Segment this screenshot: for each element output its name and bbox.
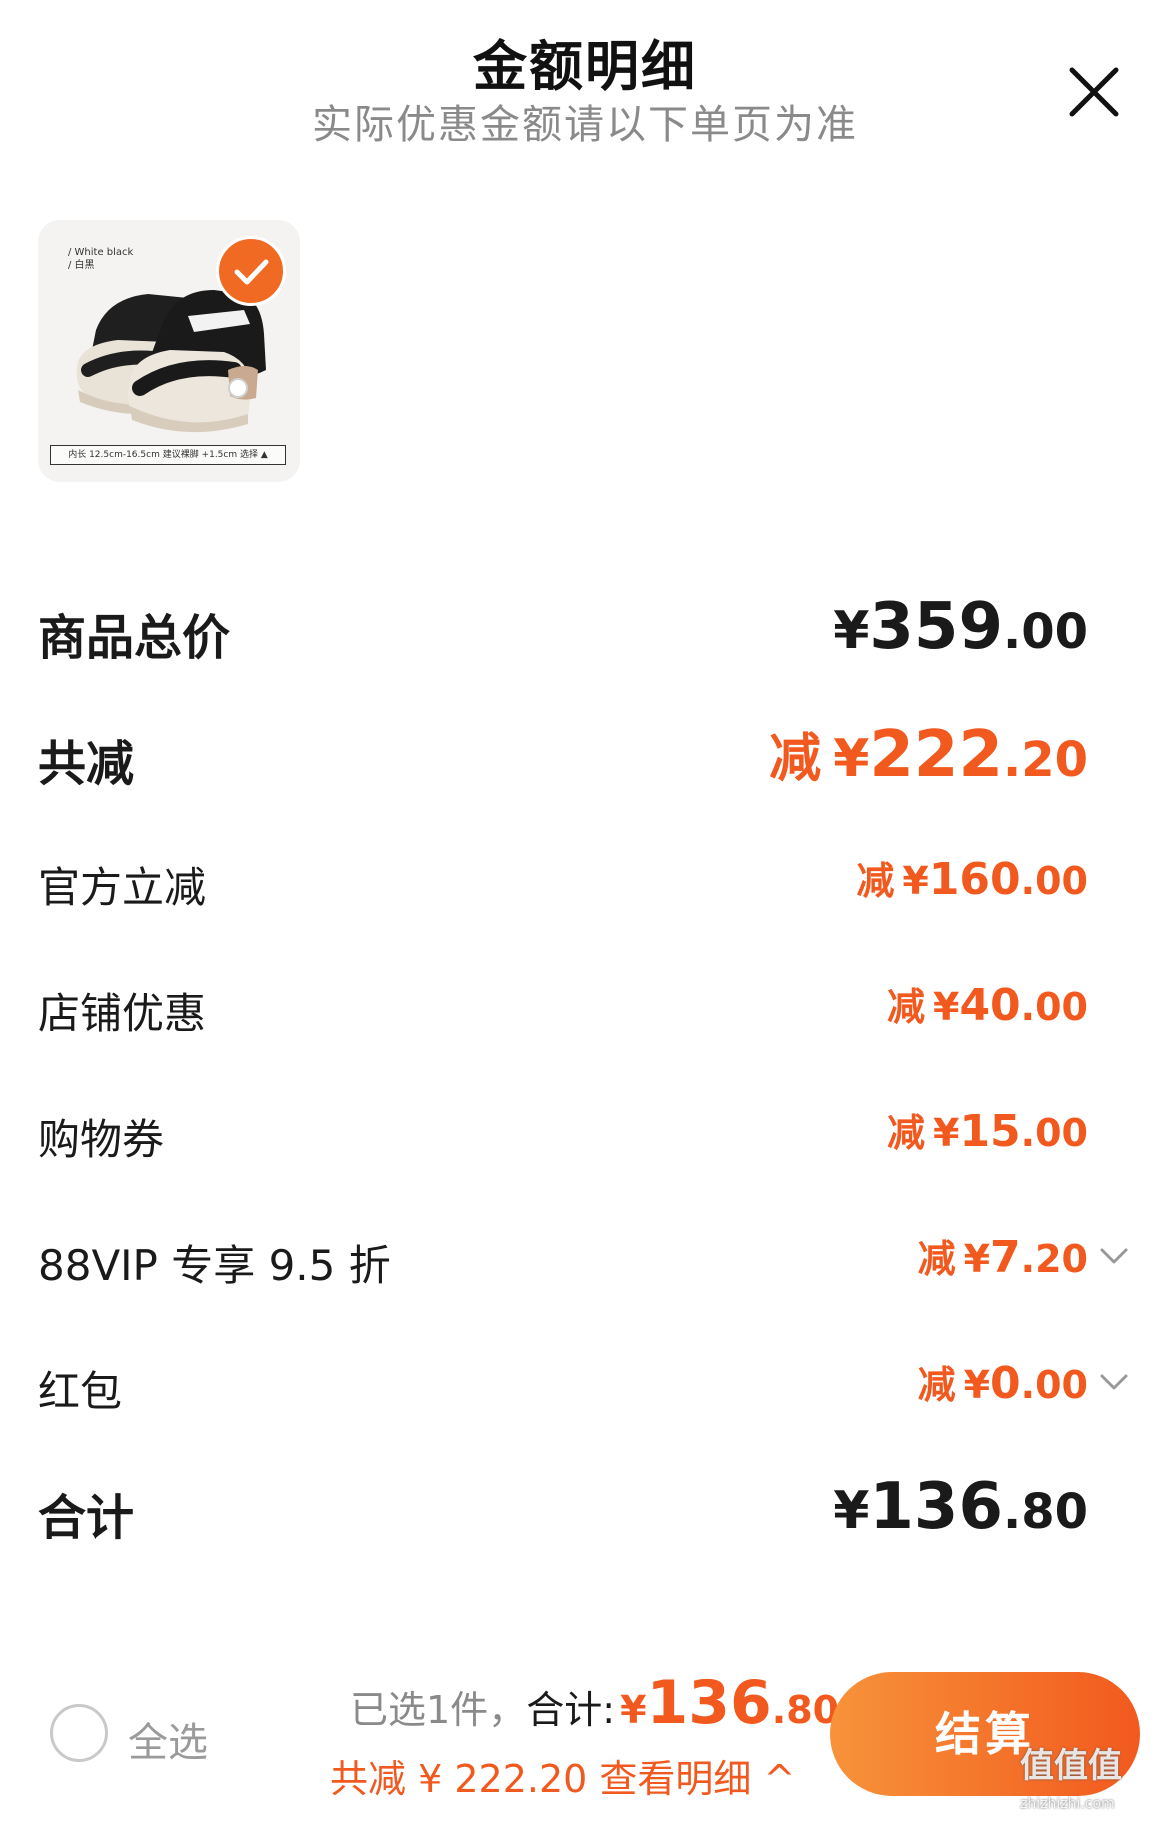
total-discount-prefix: 减	[769, 729, 822, 789]
summary-total-int: 136	[646, 1668, 772, 1738]
chevron-down-icon	[1100, 1248, 1128, 1264]
redpacket-expand-toggle[interactable]	[1096, 1364, 1132, 1400]
official-discount-value: 减 ¥160.00	[856, 850, 1088, 905]
select-all-toggle[interactable]: 全选	[50, 1704, 230, 1766]
product-color-tag: / White black / 白黑	[68, 246, 133, 272]
shop-discount-dec: .00	[1020, 985, 1088, 1029]
row-vip-discount[interactable]: 88VIP 专享 9.5 折 减 ¥7.20	[0, 1228, 1170, 1290]
total-discount-yen: ¥	[833, 729, 870, 789]
selected-check-badge[interactable]	[216, 236, 286, 306]
official-discount-prefix: 减	[856, 859, 895, 903]
page-title: 金额明细	[473, 35, 697, 98]
coupon-discount-dec: .00	[1020, 1111, 1088, 1155]
page-subtitle: 实际优惠金额请以下单页为准	[312, 102, 858, 148]
coupon-discount-yen: ¥	[932, 1111, 960, 1155]
row-official-discount: 官方立减 减 ¥160.00	[0, 850, 1170, 912]
row-total-discount: 共减 减 ¥222.20	[0, 716, 1170, 796]
redpacket-discount-yen: ¥	[963, 1363, 991, 1407]
row-goods-total: 商品总价 ¥359.00	[0, 590, 1170, 670]
official-discount-dec: .00	[1020, 859, 1088, 903]
goods-total-int: 359	[869, 590, 1003, 664]
watermark-url: zhizhizhi.com	[1020, 1796, 1115, 1812]
grand-total-int: 136	[869, 1470, 1003, 1544]
grand-total-value: ¥136.80	[833, 1470, 1088, 1544]
vip-expand-toggle[interactable]	[1096, 1238, 1132, 1274]
coupon-discount-prefix: 减	[886, 1111, 925, 1155]
select-all-label: 全选	[128, 1720, 208, 1766]
goods-total-dec: .00	[1002, 604, 1088, 660]
total-discount-value: 减 ¥222.20	[769, 716, 1088, 792]
shop-discount-int: 40	[959, 980, 1021, 1031]
checkmark-icon	[234, 259, 269, 285]
selection-summary: 已选1件，合计: ¥136.80	[350, 1668, 839, 1738]
summary-total-label: 合计:	[526, 1688, 615, 1732]
product-color-en: / White black	[68, 247, 134, 258]
goods-total-label: 商品总价	[38, 610, 231, 666]
product-size-bar: 内长 12.5cm-16.5cm 建议裸脚 +1.5cm 选择 ▲	[50, 445, 286, 465]
official-discount-int: 160	[928, 854, 1021, 905]
product-thumbnail[interactable]: / White black / 白黑 内长 12.5cm-16.5cm 建议裸脚…	[38, 220, 300, 482]
grand-total-label: 合计	[38, 1490, 135, 1546]
row-shop-discount: 店铺优惠 减 ¥40.00	[0, 976, 1170, 1038]
goods-total-value: ¥359.00	[833, 590, 1088, 664]
chevron-down-icon	[1100, 1374, 1128, 1390]
row-grand-total: 合计 ¥136.80	[0, 1470, 1170, 1550]
site-watermark: 值值值 zhizhizhi.com	[1020, 1738, 1170, 1823]
shop-discount-value: 减 ¥40.00	[887, 976, 1088, 1031]
vip-discount-int: 7	[990, 1232, 1021, 1283]
close-icon	[1069, 67, 1119, 117]
goods-total-yen: ¥	[833, 601, 870, 661]
row-coupon-discount: 购物券 减 ¥15.00	[0, 1102, 1170, 1164]
vip-discount-dec: .20	[1020, 1237, 1088, 1281]
select-all-radio[interactable]	[50, 1704, 108, 1762]
watermark-logo: 值值值	[1020, 1746, 1122, 1786]
vip-discount-value: 减 ¥7.20	[918, 1228, 1088, 1283]
total-discount-int: 222	[869, 718, 1003, 792]
redpacket-discount-label: 红包	[38, 1367, 123, 1416]
total-discount-label: 共减	[38, 736, 135, 792]
grand-total-dec: .80	[1002, 1484, 1088, 1540]
modal-header: 金额明细 实际优惠金额请以下单页为准	[0, 0, 1170, 160]
close-button[interactable]	[1064, 62, 1124, 122]
redpacket-discount-dec: .00	[1020, 1363, 1088, 1407]
grand-total-yen: ¥	[833, 1481, 870, 1541]
summary-total-yen: ¥	[620, 1688, 647, 1732]
summary-total-dec: .80	[771, 1688, 840, 1732]
redpacket-discount-value: 减 ¥0.00	[918, 1354, 1088, 1409]
vip-discount-prefix: 减	[917, 1237, 956, 1281]
checkout-bar: 全选 已选1件，合计: ¥136.80 共减 ¥ 222.20 查看明细 ^ 结…	[0, 1640, 1170, 1823]
coupon-discount-label: 购物券	[38, 1115, 165, 1164]
shop-discount-prefix: 减	[886, 985, 925, 1029]
vip-discount-yen: ¥	[963, 1237, 991, 1281]
coupon-discount-value: 减 ¥15.00	[887, 1102, 1088, 1157]
view-details-link[interactable]: 共减 ¥ 222.20 查看明细 ^	[330, 1748, 795, 1803]
shop-discount-label: 店铺优惠	[38, 989, 207, 1038]
redpacket-discount-prefix: 减	[917, 1363, 956, 1407]
official-discount-yen: ¥	[902, 859, 929, 903]
vip-discount-label: 88VIP 专享 9.5 折	[38, 1241, 391, 1290]
redpacket-discount-int: 0	[990, 1358, 1021, 1409]
total-discount-dec: .20	[1002, 732, 1088, 788]
product-color-cn: / 白黑	[68, 260, 95, 271]
shop-discount-yen: ¥	[932, 985, 960, 1029]
official-discount-label: 官方立减	[38, 863, 207, 912]
row-redpacket-discount[interactable]: 红包 减 ¥0.00	[0, 1354, 1170, 1416]
coupon-discount-int: 15	[959, 1106, 1021, 1157]
selected-count-text: 已选1件，	[350, 1688, 527, 1732]
